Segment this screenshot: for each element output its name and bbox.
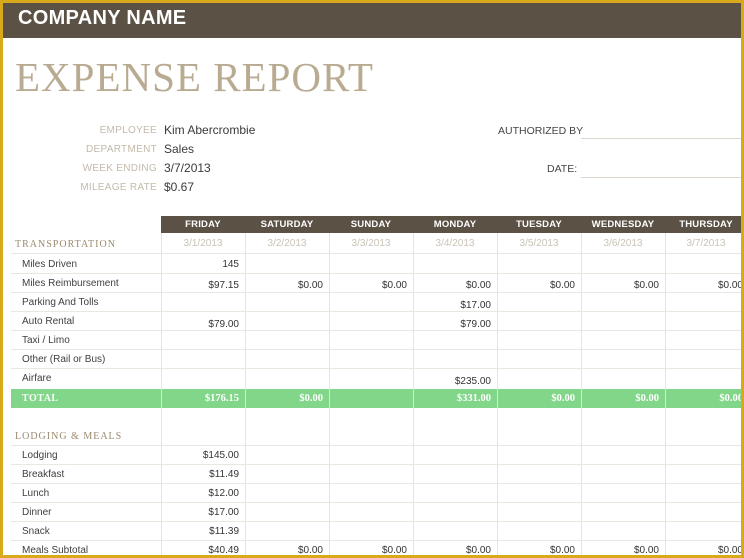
row-label-dinner: Dinner	[22, 507, 52, 518]
cell[interactable]: $0.00	[245, 280, 323, 291]
department-value[interactable]: Sales	[164, 142, 194, 156]
cell[interactable]: $0.00	[413, 280, 491, 291]
day-header-saturday: SATURDAY	[260, 219, 314, 230]
total-cell[interactable]: $0.00	[497, 393, 575, 404]
row-label-auto-rental: Auto Rental	[22, 316, 75, 327]
cell[interactable]: $0.00	[329, 545, 407, 555]
authorized-by-field[interactable]	[581, 138, 741, 139]
report-title[interactable]: EXPENSE REPORT	[15, 53, 374, 101]
cell[interactable]: $11.39	[161, 526, 239, 537]
row-divider	[11, 464, 741, 465]
total-cell[interactable]: $0.00	[665, 393, 741, 404]
cell[interactable]: $235.00	[413, 376, 491, 387]
cell[interactable]: $0.00	[581, 545, 659, 555]
transportation-heading: TRANSPORTATION	[15, 239, 116, 250]
cell[interactable]: $12.00	[161, 488, 239, 499]
department-label: DEPARTMENT	[86, 144, 157, 155]
row-divider	[11, 349, 741, 350]
day-header-tuesday: TUESDAY	[516, 219, 562, 230]
row-divider	[11, 311, 741, 312]
day-header-friday: FRIDAY	[185, 219, 221, 230]
cell[interactable]: $17.00	[413, 300, 491, 311]
cell[interactable]: $0.00	[581, 280, 659, 291]
row-label-miles-driven: Miles Driven	[22, 259, 78, 270]
row-divider	[11, 368, 741, 369]
row-label-parking-and-tolls: Parking And Tolls	[22, 297, 99, 308]
week-ending-label: WEEK ENDING	[82, 163, 157, 174]
column-divider	[329, 389, 330, 408]
day-header-thursday: THURSDAY	[679, 219, 733, 230]
date-tuesday[interactable]: 3/5/2013	[497, 235, 581, 253]
row-divider	[11, 253, 741, 254]
row-divider	[11, 521, 741, 522]
row-label-lodging: Lodging	[22, 450, 58, 461]
cell[interactable]: $97.15	[161, 280, 239, 291]
cell[interactable]: $0.00	[665, 280, 741, 291]
week-ending-value[interactable]: 3/7/2013	[164, 161, 211, 175]
total-cell[interactable]: $331.00	[413, 393, 491, 404]
cell[interactable]: $0.00	[245, 545, 323, 555]
date-sunday[interactable]: 3/3/2013	[329, 235, 413, 253]
cell[interactable]: $0.00	[497, 545, 575, 555]
row-divider	[11, 330, 741, 331]
row-divider	[11, 273, 741, 274]
date-thursday[interactable]: 3/7/2013	[665, 235, 741, 253]
day-header-wednesday: WEDNESDAY	[591, 219, 655, 230]
cell[interactable]: $0.00	[329, 280, 407, 291]
row-label-taxi-limo: Taxi / Limo	[22, 335, 70, 346]
date-wednesday[interactable]: 3/6/2013	[581, 235, 665, 253]
cell[interactable]: $0.00	[413, 545, 491, 555]
cell[interactable]: $145.00	[161, 450, 239, 461]
day-header-monday: MONDAY	[433, 219, 477, 230]
mileage-rate-value[interactable]: $0.67	[164, 180, 194, 194]
cell[interactable]: $17.00	[161, 507, 239, 518]
total-label: TOTAL	[22, 393, 59, 404]
company-name[interactable]: COMPANY NAME	[18, 7, 186, 30]
cell[interactable]: $0.00	[665, 545, 741, 555]
row-label-lunch: Lunch	[22, 488, 50, 499]
cell[interactable]: $79.00	[413, 319, 491, 330]
date-friday[interactable]: 3/1/2013	[161, 235, 245, 253]
date-field[interactable]	[581, 177, 741, 178]
cell[interactable]: $0.00	[497, 280, 575, 291]
cell[interactable]: $79.00	[161, 319, 239, 330]
total-cell[interactable]: $0.00	[581, 393, 659, 404]
lodging-meals-heading: LODGING & MEALS	[15, 431, 123, 442]
mileage-rate-label: MILEAGE RATE	[80, 182, 157, 193]
row-label-miles-reimbursement: Miles Reimbursement	[22, 278, 119, 289]
row-divider	[11, 502, 741, 503]
cell[interactable]: $40.49	[161, 545, 239, 555]
row-divider	[11, 292, 741, 293]
expense-report-sheet: COMPANY NAME EXPENSE REPORT EMPLOYEE Kim…	[0, 0, 744, 558]
date-monday[interactable]: 3/4/2013	[413, 235, 497, 253]
row-divider	[11, 483, 741, 484]
cell[interactable]: $11.49	[161, 469, 239, 480]
date-saturday[interactable]: 3/2/2013	[245, 235, 329, 253]
row-label-meals-subtotal: Meals Subtotal	[22, 545, 89, 556]
row-label-breakfast: Breakfast	[22, 469, 65, 480]
employee-label: EMPLOYEE	[99, 125, 157, 136]
row-divider	[11, 540, 741, 541]
employee-value[interactable]: Kim Abercrombie	[164, 123, 255, 137]
total-cell[interactable]: $0.00	[245, 393, 323, 404]
cell[interactable]: 145	[161, 259, 239, 270]
row-label-snack: Snack	[22, 526, 50, 537]
row-label-airfare: Airfare	[22, 373, 52, 384]
day-header-sunday: SUNDAY	[350, 219, 392, 230]
authorized-by-label: AUTHORIZED BY	[498, 125, 584, 137]
date-label: DATE:	[547, 163, 578, 175]
total-cell[interactable]: $176.15	[161, 393, 239, 404]
row-label-other-rail-bus: Other (Rail or Bus)	[22, 354, 106, 365]
row-divider	[11, 445, 741, 446]
